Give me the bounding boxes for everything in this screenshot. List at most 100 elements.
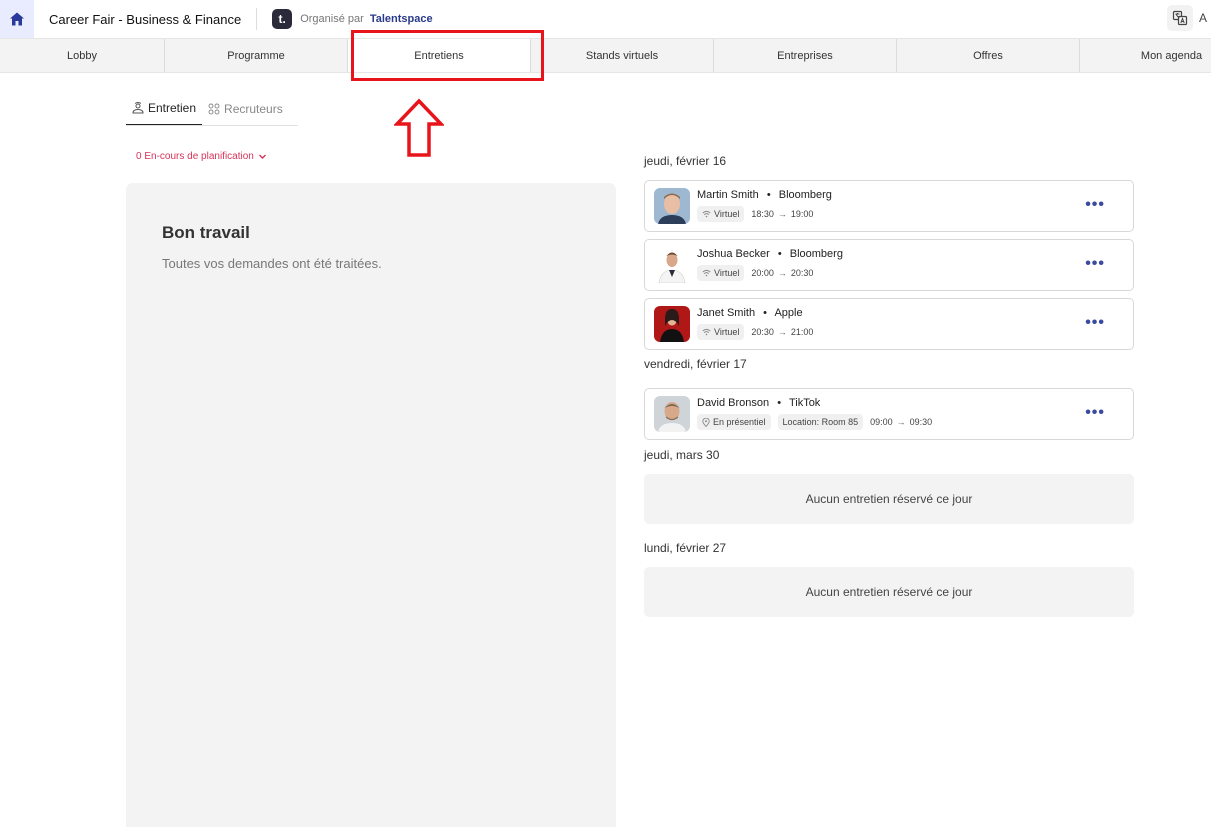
end-time: 21:00 bbox=[790, 327, 814, 337]
separator-dot: • bbox=[763, 307, 768, 319]
subtab-recruteurs-label: Recruteurs bbox=[224, 101, 283, 116]
day-label: lundi, février 27 bbox=[644, 541, 727, 555]
wifi-icon bbox=[702, 269, 711, 277]
organizer-text: Organisé par Talentspace bbox=[300, 13, 432, 25]
subtab-entretien[interactable]: Entretien bbox=[126, 92, 203, 125]
start-time: 09:00 bbox=[870, 417, 893, 427]
end-time: 19:00 bbox=[790, 209, 814, 219]
planning-filter-dropdown[interactable]: 0 En-cours de planification bbox=[136, 151, 267, 162]
participant-name: Joshua Becker bbox=[697, 248, 770, 260]
interview-meta: Virtuel 20:00 → 20:30 bbox=[697, 265, 813, 281]
interview-card[interactable]: Joshua Becker • Bloomberg Virtuel 20:00 … bbox=[644, 239, 1134, 291]
interview-participant: Joshua Becker • Bloomberg bbox=[697, 248, 843, 260]
organizer-name[interactable]: Talentspace bbox=[370, 13, 433, 25]
requests-panel-title: Bon travail bbox=[162, 223, 250, 242]
more-options-icon[interactable]: ••• bbox=[1085, 405, 1105, 421]
annotation-highlight-box bbox=[351, 30, 544, 81]
interview-participant: Martin Smith • Bloomberg bbox=[697, 189, 832, 201]
time-range: 09:00 → 09:30 bbox=[870, 417, 932, 427]
start-time: 18:30 bbox=[751, 209, 774, 219]
separator-dot: • bbox=[777, 248, 782, 260]
participant-name: David Bronson bbox=[697, 397, 770, 409]
top-right-actions: A bbox=[1167, 5, 1211, 31]
interview-schedule: jeudi, février 16 Martin Smith • Bloombe… bbox=[644, 150, 1134, 631]
day-label: jeudi, mars 30 bbox=[644, 448, 720, 462]
user-menu-icon[interactable]: A bbox=[1199, 5, 1211, 31]
participant-name: Martin Smith bbox=[697, 189, 759, 201]
header-divider bbox=[256, 8, 258, 30]
mode-badge: En présentiel bbox=[697, 414, 771, 430]
translate-button[interactable] bbox=[1167, 5, 1193, 31]
avatar bbox=[654, 188, 690, 224]
tab-stands-virtuels[interactable]: Stands virtuels bbox=[531, 39, 714, 72]
subtab-entretien-label: Entretien bbox=[148, 101, 197, 115]
mode-label: Virtuel bbox=[714, 327, 740, 337]
top-bar: Career Fair - Business & Finance t. Orga… bbox=[0, 0, 1211, 38]
day-label: jeudi, février 16 bbox=[644, 154, 727, 168]
participant-name: Janet Smith bbox=[697, 307, 756, 319]
interview-meta: En présentiel Location: Room 85 09:00 → … bbox=[697, 414, 932, 430]
start-time: 20:00 bbox=[751, 268, 774, 278]
start-time: 20:30 bbox=[751, 327, 774, 337]
requests-panel-subtitle: Toutes vos demandes ont été traitées. bbox=[162, 256, 382, 271]
arrow-right-icon: → bbox=[777, 209, 787, 219]
arrow-right-icon: → bbox=[896, 417, 906, 427]
company-name: Apple bbox=[774, 307, 803, 319]
location-label: Location: Room 85 bbox=[782, 417, 859, 427]
end-time: 09:30 bbox=[909, 417, 933, 427]
time-range: 20:30 → 21:00 bbox=[751, 327, 813, 337]
avatar bbox=[654, 396, 690, 432]
company-name: TikTok bbox=[788, 397, 821, 409]
sub-tabs: Entretien Recruteurs bbox=[126, 92, 298, 126]
day-label: vendredi, février 17 bbox=[644, 357, 747, 371]
wifi-icon bbox=[702, 328, 711, 336]
separator-dot: • bbox=[777, 397, 782, 409]
chevron-down-icon bbox=[258, 154, 266, 159]
interview-participant: Janet Smith • Apple bbox=[697, 307, 803, 319]
interview-participant: David Bronson • TikTok bbox=[697, 397, 820, 409]
annotation-up-arrow-icon bbox=[394, 98, 444, 157]
tab-entreprises[interactable]: Entreprises bbox=[714, 39, 897, 72]
tab-programme[interactable]: Programme bbox=[165, 39, 348, 72]
subtab-recruteurs[interactable]: Recruteurs bbox=[202, 92, 289, 125]
mode-badge: Virtuel bbox=[697, 265, 745, 281]
mode-label: Virtuel bbox=[714, 268, 740, 278]
mode-badge: Virtuel bbox=[697, 206, 745, 222]
event-title[interactable]: Career Fair - Business & Finance bbox=[49, 12, 241, 27]
avatar bbox=[654, 247, 690, 283]
interview-card[interactable]: David Bronson • TikTok En présentiel Loc… bbox=[644, 388, 1134, 440]
separator-dot: • bbox=[766, 189, 771, 201]
mode-label: Virtuel bbox=[714, 209, 740, 219]
arrow-right-icon: → bbox=[777, 268, 787, 278]
tab-lobby[interactable]: Lobby bbox=[0, 39, 165, 72]
home-button[interactable] bbox=[0, 0, 34, 38]
interview-meta: Virtuel 18:30 → 19:00 bbox=[697, 206, 813, 222]
company-name: Bloomberg bbox=[789, 248, 843, 260]
mode-badge: Virtuel bbox=[697, 324, 745, 340]
empty-day-message: Aucun entretien réservé ce jour bbox=[644, 474, 1134, 524]
more-options-icon[interactable]: ••• bbox=[1085, 197, 1105, 213]
interview-meta: Virtuel 20:30 → 21:00 bbox=[697, 324, 813, 340]
time-range: 20:00 → 20:30 bbox=[751, 268, 813, 278]
main-tabs: Lobby Programme Entretiens Stands virtue… bbox=[0, 38, 1211, 73]
end-time: 20:30 bbox=[790, 268, 814, 278]
organizer-prefix: Organisé par bbox=[300, 13, 364, 25]
more-options-icon[interactable]: ••• bbox=[1085, 256, 1105, 272]
arrow-right-icon: → bbox=[777, 327, 787, 337]
tab-offres[interactable]: Offres bbox=[897, 39, 1080, 72]
avatar bbox=[654, 306, 690, 342]
organizer-logo: t. bbox=[272, 9, 293, 29]
interview-card[interactable]: Martin Smith • Bloomberg Virtuel 18:30 →… bbox=[644, 180, 1134, 232]
empty-day-message: Aucun entretien réservé ce jour bbox=[644, 567, 1134, 617]
grid-icon bbox=[208, 103, 220, 114]
home-icon bbox=[10, 12, 24, 26]
planning-filter-label: 0 En-cours de planification bbox=[136, 151, 254, 162]
tab-mon-agenda[interactable]: Mon agenda bbox=[1080, 39, 1211, 72]
interview-icon bbox=[132, 102, 144, 114]
company-name: Bloomberg bbox=[778, 189, 832, 201]
more-options-icon[interactable]: ••• bbox=[1085, 315, 1105, 331]
mode-label: En présentiel bbox=[713, 417, 766, 427]
requests-panel: Bon travail Toutes vos demandes ont été … bbox=[126, 183, 616, 827]
translate-icon bbox=[1172, 10, 1188, 26]
interview-card[interactable]: Janet Smith • Apple Virtuel 20:30 → 21:0… bbox=[644, 298, 1134, 350]
